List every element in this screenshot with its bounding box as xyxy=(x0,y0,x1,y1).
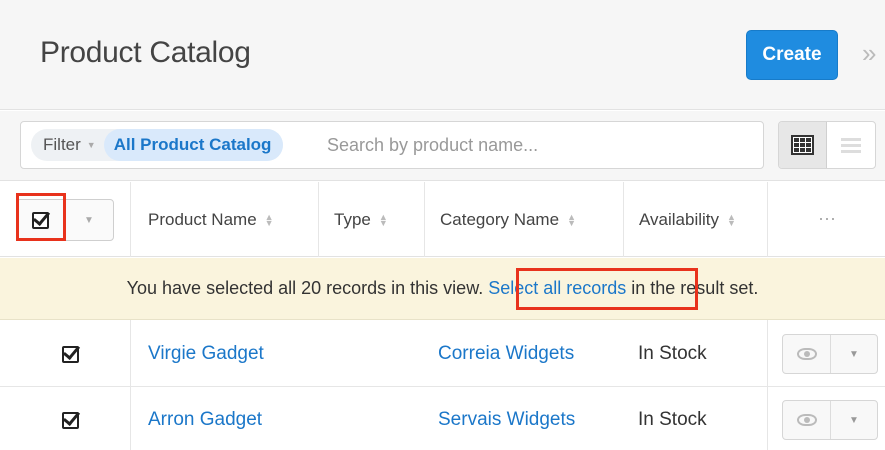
create-button[interactable]: Create xyxy=(746,30,838,80)
column-label: Category Name xyxy=(440,209,560,229)
availability-cell: In Stock xyxy=(638,409,707,430)
view-toggle xyxy=(778,121,876,169)
more-columns-icon[interactable]: ⋯ xyxy=(818,182,836,257)
notice-text-before: You have selected all 20 records in this… xyxy=(126,278,489,298)
product-name-link[interactable]: Virgie Gadget xyxy=(148,321,264,387)
search-box: Filter ▼ All Product Catalog xyxy=(20,121,764,169)
row-checkbox-cell[interactable] xyxy=(62,321,79,387)
row-checkbox[interactable] xyxy=(62,411,79,429)
filter-bar: Filter ▼ All Product Catalog xyxy=(0,111,885,181)
category-name-link[interactable]: Servais Widgets xyxy=(438,387,575,450)
filter-label[interactable]: Filter xyxy=(31,135,87,155)
table-row[interactable]: Virgie Gadget Correia Widgets In Stock ▼ xyxy=(0,321,885,387)
collapse-sidebar-icon[interactable]: » xyxy=(862,38,876,69)
column-label: Product Name xyxy=(148,209,257,229)
column-header-availability[interactable]: Availability ▲ ▼ xyxy=(639,182,736,257)
page-header: Product Catalog Create » xyxy=(0,0,885,110)
column-divider xyxy=(767,182,768,257)
notice-text-after: in the result set. xyxy=(626,278,759,298)
availability-cell: In Stock xyxy=(638,343,707,364)
list-view-button[interactable] xyxy=(827,122,875,168)
page-title: Product Catalog xyxy=(40,36,251,69)
column-header-category-name[interactable]: Category Name ▲ ▼ xyxy=(440,182,576,257)
grid-view-button[interactable] xyxy=(779,122,828,168)
row-actions: ▼ xyxy=(782,334,878,374)
row-actions: ▼ xyxy=(782,400,878,440)
column-label: Type xyxy=(334,209,371,229)
category-name-link[interactable]: Correia Widgets xyxy=(438,321,574,387)
column-header-type[interactable]: Type ▲ ▼ xyxy=(334,182,388,257)
chevron-down-icon[interactable]: ▼ xyxy=(831,401,877,439)
eye-icon xyxy=(796,414,817,426)
select-all-checkbox[interactable] xyxy=(32,211,49,229)
search-input[interactable] xyxy=(327,129,747,161)
selection-notice: You have selected all 20 records in this… xyxy=(0,258,885,320)
column-divider xyxy=(130,182,131,257)
select-all-records-link[interactable]: Select all records xyxy=(488,278,626,299)
row-checkbox-cell[interactable] xyxy=(62,387,79,450)
eye-icon xyxy=(796,348,817,360)
column-divider xyxy=(130,320,131,450)
select-all-checkbox-area[interactable] xyxy=(17,200,65,240)
column-divider xyxy=(623,182,624,257)
table-row[interactable]: Arron Gadget Servais Widgets In Stock ▼ xyxy=(0,387,885,450)
column-divider xyxy=(424,182,425,257)
table-header: Product Name ▲ ▼ Type ▲ ▼ Category Name ▲ ▼… xyxy=(0,182,885,257)
preview-button[interactable] xyxy=(783,335,831,373)
chevron-down-icon[interactable]: ▼ xyxy=(65,200,113,240)
column-divider xyxy=(767,320,768,450)
chevron-down-icon[interactable]: ▼ xyxy=(831,335,877,373)
grid-view-icon xyxy=(791,135,814,155)
column-header-product-name[interactable]: Product Name ▲ ▼ xyxy=(148,182,274,257)
chevron-down-icon[interactable]: ▼ xyxy=(87,140,104,150)
filter-tag[interactable]: All Product Catalog xyxy=(103,129,284,161)
filter-pill[interactable]: Filter ▼ All Product Catalog xyxy=(31,129,284,161)
preview-button[interactable] xyxy=(783,401,831,439)
row-checkbox[interactable] xyxy=(62,345,79,363)
column-label: Availability xyxy=(639,209,720,229)
column-divider xyxy=(318,182,319,257)
mass-select-button: ▼ xyxy=(16,199,114,241)
product-name-link[interactable]: Arron Gadget xyxy=(148,387,262,450)
list-view-icon xyxy=(841,137,861,153)
